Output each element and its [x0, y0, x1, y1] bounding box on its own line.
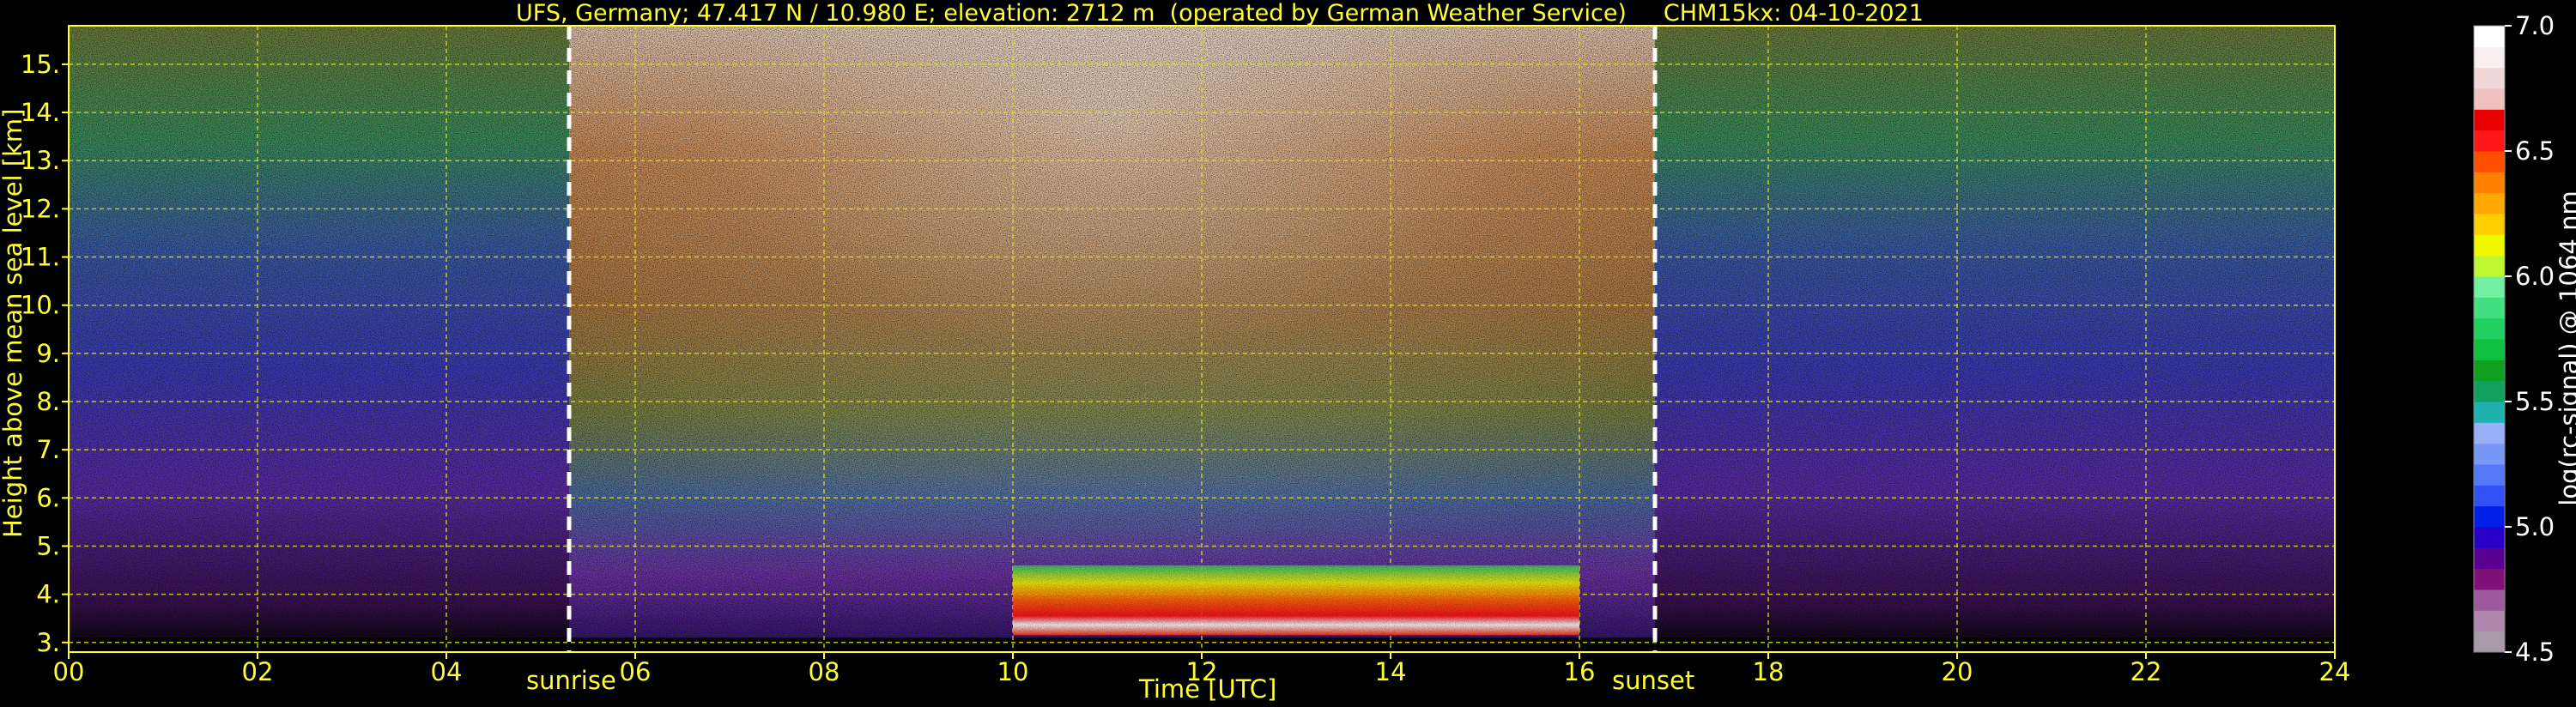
colorbar-segment	[2474, 402, 2505, 423]
colorbar-segment	[2474, 276, 2505, 298]
colorbar-segment	[2474, 46, 2505, 69]
ceilometer-figure: UFS, Germany; 47.417 N / 10.980 E; eleva…	[0, 0, 2576, 707]
sunset-label: sunset	[1612, 666, 1695, 695]
cloud-texture-0	[1013, 565, 1579, 636]
colorbar-segment	[2474, 88, 2505, 110]
colorbar-segment	[2474, 234, 2505, 257]
colorbar-tick-label: 6.5	[2515, 136, 2555, 166]
colorbar-segment	[2474, 631, 2505, 653]
colorbar-label: log(rc-signal) @ 1064 nm	[2555, 190, 2576, 506]
x-tick-label: 10	[997, 657, 1029, 686]
colorbar-segment	[2474, 485, 2505, 507]
y-tick-label: 4.	[36, 580, 60, 609]
y-tick-label: 7.	[36, 435, 60, 464]
colorbar-segment	[2474, 109, 2505, 131]
colorbar-segment	[2474, 464, 2505, 486]
x-tick-label: 06	[620, 657, 652, 686]
y-tick-label: 3.	[36, 628, 60, 657]
colorbar-segment	[2474, 422, 2505, 444]
colorbar-tick-label: 5.0	[2515, 512, 2555, 541]
colorbar-segment	[2474, 505, 2505, 528]
colorbar-segment	[2474, 67, 2505, 89]
colorbar-segment	[2474, 380, 2505, 402]
x-tick-label: 00	[53, 657, 85, 686]
colorbar-segment	[2474, 297, 2505, 319]
colorbar-segment	[2474, 255, 2505, 277]
colorbar-tick-label: 6.0	[2515, 262, 2555, 291]
colorbar-tick-label: 4.5	[2515, 638, 2555, 667]
plot-svg: 00 02 04 06 08 10 12 14 16 18 20 22 243.4.5.6.7.8.9.…	[21, 11, 2555, 686]
x-tick-label: 14	[1375, 657, 1407, 686]
colorbar-segment	[2474, 317, 2505, 340]
y-tick-label: 6.	[36, 483, 60, 512]
colorbar-segment	[2474, 527, 2505, 548]
x-tick-label: 18	[1753, 657, 1785, 686]
colorbar-segment	[2474, 610, 2505, 632]
y-tick-label: 5.	[36, 531, 60, 560]
y-tick-label: 8.	[36, 387, 60, 416]
colorbar-segment	[2474, 172, 2505, 194]
y-axis-label: Height above mean sea level [km]	[0, 108, 27, 538]
y-tick-label: 9.	[36, 339, 60, 368]
colorbar-segment	[2474, 360, 2505, 382]
colorbar-segment	[2474, 214, 2505, 235]
x-tick-label: 24	[2319, 657, 2351, 686]
x-tick-label: 20	[1942, 657, 1973, 686]
colorbar-tick-label: 7.0	[2515, 11, 2555, 40]
colorbar-segment	[2474, 443, 2505, 465]
colorbar-segment	[2474, 568, 2505, 590]
sunrise-label: sunrise	[526, 666, 616, 695]
x-tick-label: 22	[2131, 657, 2162, 686]
colorbar-segment	[2474, 192, 2505, 215]
colorbar-segment	[2474, 26, 2505, 47]
y-tick-label: 15.	[21, 50, 60, 79]
colorbar-segment	[2474, 151, 2505, 172]
colorbar-segment	[2474, 130, 2505, 152]
x-tick-label: 02	[242, 657, 274, 686]
x-tick-label: 08	[809, 657, 840, 686]
x-tick-label: 16	[1564, 657, 1596, 686]
colorbar-segment	[2474, 339, 2505, 360]
x-axis-label: Time [UTC]	[1139, 674, 1277, 704]
colorbar-tick-label: 5.5	[2515, 387, 2555, 416]
colorbar-segment	[2474, 589, 2505, 611]
x-tick-label: 04	[431, 657, 463, 686]
colorbar-segment	[2474, 547, 2505, 570]
